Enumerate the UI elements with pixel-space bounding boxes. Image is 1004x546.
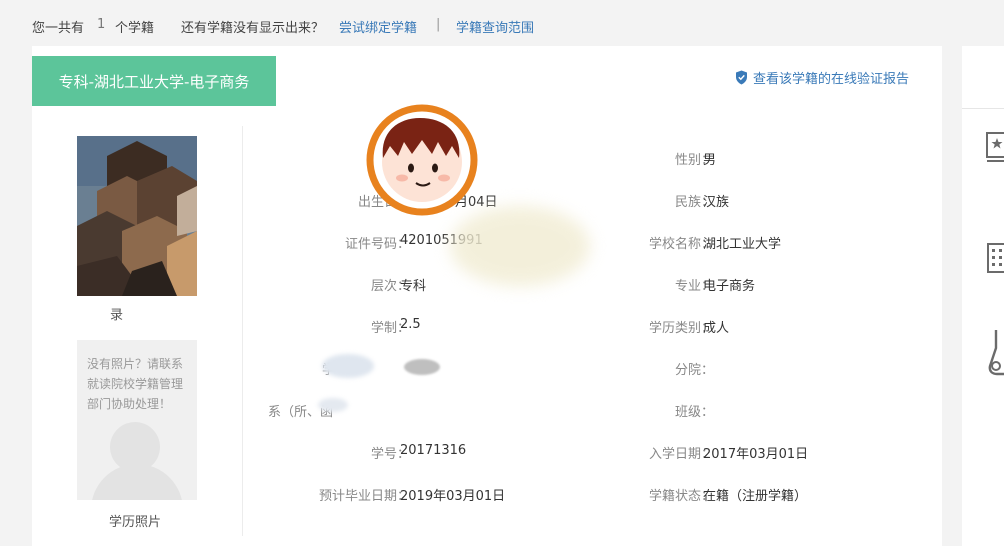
flask-icon[interactable] [988,328,1004,376]
record-count: 1 [97,17,106,32]
query-scope-link[interactable]: 学籍查询范围 [456,17,534,36]
label-branch: 分院： [674,363,714,378]
person-silhouette-body [91,464,183,500]
value-level: 专科 [400,279,427,294]
verify-report-label: 查看该学籍的在线验证报告 [753,72,910,87]
redaction-smudge [322,354,374,378]
no-photo-message: 没有照片？请联系就读院校学籍管理部门协助处理！ [87,357,184,411]
building-icon[interactable] [986,242,1004,274]
record-count-prefix: 您一共有 [32,21,85,36]
shield-check-icon [736,70,747,85]
value-enrollment-date: 2017年03月01日 [703,447,809,462]
value-gender: 男 [703,153,717,168]
student-record-card: 专科-湖北工业大学-电子商务 查看该学籍的在线验证报告 录 没有照片？请联系就读… [32,46,942,546]
side-panel-divider [962,108,1004,109]
value-education-type: 成人 [703,321,730,336]
verify-report-link[interactable]: 查看该学籍的在线验证报告 [735,68,909,87]
value-duration: 2.5 [400,317,421,332]
value-graduation-date: 2019年03月01日 [400,489,506,504]
value-record-status: 在籍（注册学籍） [703,489,808,504]
value-ethnicity: 汉族 [703,195,730,210]
record-count-suffix: 个学籍 [115,21,155,36]
label-graduation-date: 预计毕业日期： [318,489,410,504]
cartoon-face-icon [366,104,478,216]
value-school-name: 湖北工业大学 [703,237,782,252]
value-student-id: 20171316 [400,443,467,458]
column-divider [242,126,243,536]
link-separator: | [436,17,441,32]
record-title-tab[interactable]: 专科-湖北工业大学-电子商务 [32,56,276,106]
redaction-smudge [450,206,590,286]
bind-record-link[interactable]: 尝试绑定学籍 [339,17,417,36]
redaction-smudge [404,359,440,375]
education-photo-caption: 学历照片 [109,515,162,530]
side-panel [962,46,1004,546]
pixelated-portrait [77,136,197,296]
value-major: 电子商务 [703,279,756,294]
certificate-icon[interactable] [986,132,1004,168]
record-title: 专科-湖北工业大学-电子商务 [58,72,250,91]
enrollment-photo-caption: 录 [110,308,124,323]
cartoon-avatar-sticker [366,104,478,216]
education-photo-placeholder: 没有照片？请联系就读院校学籍管理部门协助处理！ [77,340,197,500]
redaction-smudge [318,398,348,412]
missing-record-question: 还有学籍没有显示出来？ [181,21,325,36]
top-info-bar: 您一共有 1 个学籍 还有学籍没有显示出来？ 尝试绑定学籍 | 学籍查询范围 [0,0,1004,46]
enrollment-photo [77,136,197,296]
label-class: 班级： [674,405,714,420]
